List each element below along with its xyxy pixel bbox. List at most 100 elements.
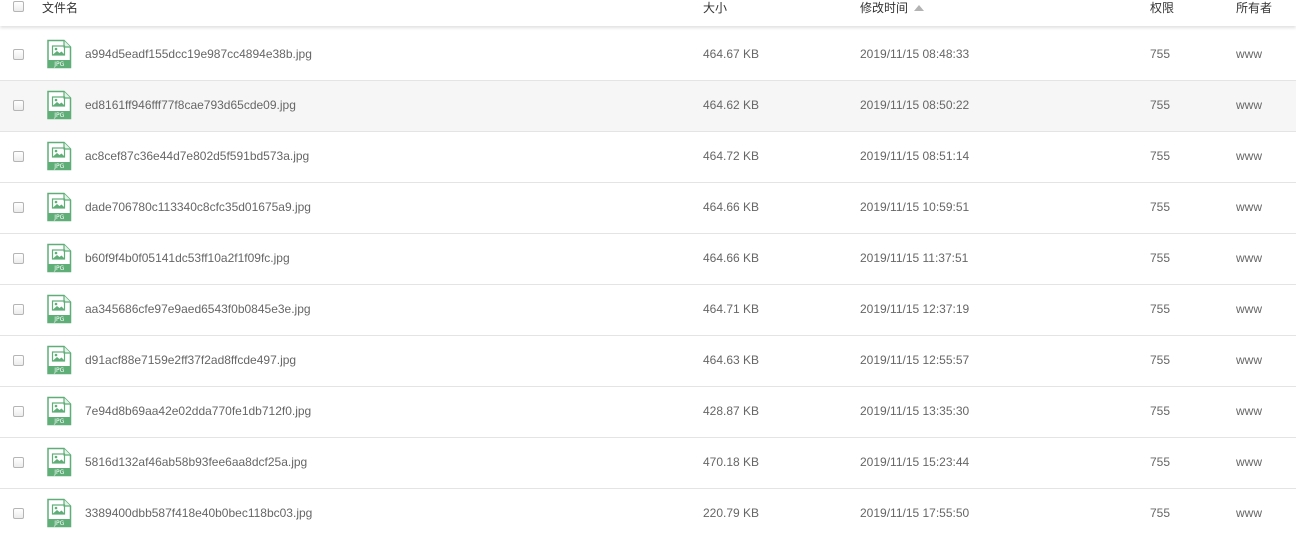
jpg-file-icon: JPG: [47, 90, 72, 120]
file-name-link[interactable]: b60f9f4b0f05141dc53ff10a2f1f09fc.jpg: [85, 251, 290, 265]
file-permission[interactable]: 755: [1150, 455, 1170, 469]
jpg-file-icon-label: JPG: [53, 316, 64, 323]
file-rows: JPG a994d5eadf155dcc19e987cc4894e38b.jpg…: [0, 30, 1296, 535]
file-modified-time: 2019/11/15 08:50:22: [860, 98, 970, 112]
file-owner[interactable]: www: [1236, 47, 1262, 61]
file-owner[interactable]: www: [1236, 404, 1262, 418]
jpg-file-icon: JPG: [47, 243, 72, 273]
file-size: 464.66 KB: [703, 200, 760, 214]
jpg-file-icon: JPG: [47, 39, 72, 69]
file-size: 464.71 KB: [703, 302, 760, 316]
file-list-table: 文件名 大小 修改时间 权限 所有者 JPG a994d5eadf155dcc1…: [0, 0, 1296, 535]
file-owner[interactable]: www: [1236, 251, 1262, 265]
table-row-10[interactable]: JPG 3389400dbb587f418e40b0bec118bc03.jpg…: [0, 489, 1296, 535]
file-size: 220.79 KB: [703, 506, 760, 520]
column-header-name[interactable]: 文件名: [42, 0, 78, 16]
file-owner[interactable]: www: [1236, 353, 1262, 367]
sort-ascending-icon[interactable]: [914, 5, 925, 11]
table-row-3[interactable]: JPG ac8cef87c36e44d7e802d5f591bd573a.jpg…: [0, 132, 1296, 183]
file-permission[interactable]: 755: [1150, 200, 1170, 214]
jpg-file-icon: JPG: [47, 447, 72, 477]
file-size: 428.87 KB: [703, 404, 760, 418]
file-permission[interactable]: 755: [1150, 98, 1170, 112]
file-permission[interactable]: 755: [1150, 353, 1170, 367]
column-header-perm[interactable]: 权限: [1150, 0, 1174, 16]
table-row-7[interactable]: JPG d91acf88e7159e2ff37f2ad8ffcde497.jpg…: [0, 336, 1296, 387]
column-header-mtime[interactable]: 修改时间: [860, 0, 925, 16]
column-header-mtime-label: 修改时间: [860, 1, 909, 15]
file-modified-time: 2019/11/15 12:37:19: [860, 302, 970, 316]
file-permission[interactable]: 755: [1150, 47, 1170, 61]
file-modified-time: 2019/11/15 12:55:57: [860, 353, 970, 367]
table-row-2[interactable]: JPG ed8161ff946fff77f8cae793d65cde09.jpg…: [0, 81, 1296, 132]
column-header-size[interactable]: 大小: [703, 0, 727, 16]
file-name-link[interactable]: 5816d132af46ab58b93fee6aa8dcf25a.jpg: [85, 455, 307, 469]
jpg-file-icon: JPG: [47, 192, 72, 222]
file-owner[interactable]: www: [1236, 302, 1262, 316]
file-permission[interactable]: 755: [1150, 506, 1170, 520]
row-checkbox[interactable]: [13, 355, 24, 366]
jpg-file-icon-label: JPG: [53, 265, 64, 272]
column-header-owner[interactable]: 所有者: [1236, 0, 1272, 16]
file-name-link[interactable]: 7e94d8b69aa42e02dda770fe1db712f0.jpg: [85, 404, 311, 418]
jpg-file-icon-label: JPG: [53, 418, 64, 425]
row-checkbox[interactable]: [13, 49, 24, 60]
file-owner[interactable]: www: [1236, 506, 1262, 520]
table-row-4[interactable]: JPG dade706780c113340c8cfc35d01675a9.jpg…: [0, 183, 1296, 234]
file-modified-time: 2019/11/15 11:37:51: [860, 251, 969, 265]
table-row-6[interactable]: JPG aa345686cfe97e9aed6543f0b0845e3e.jpg…: [0, 285, 1296, 336]
jpg-file-icon-label: JPG: [53, 61, 64, 68]
jpg-file-icon: JPG: [47, 498, 72, 528]
file-name-link[interactable]: ed8161ff946fff77f8cae793d65cde09.jpg: [85, 98, 296, 112]
row-checkbox[interactable]: [13, 100, 24, 111]
file-permission[interactable]: 755: [1150, 149, 1170, 163]
file-permission[interactable]: 755: [1150, 404, 1170, 418]
file-owner[interactable]: www: [1236, 455, 1262, 469]
file-name-link[interactable]: dade706780c113340c8cfc35d01675a9.jpg: [85, 200, 311, 214]
row-checkbox[interactable]: [13, 151, 24, 162]
jpg-file-icon: JPG: [47, 294, 72, 324]
table-row-9[interactable]: JPG 5816d132af46ab58b93fee6aa8dcf25a.jpg…: [0, 438, 1296, 489]
file-size: 464.63 KB: [703, 353, 760, 367]
row-checkbox[interactable]: [13, 406, 24, 417]
jpg-file-icon-label: JPG: [53, 112, 64, 119]
file-modified-time: 2019/11/15 15:23:44: [860, 455, 970, 469]
row-checkbox[interactable]: [13, 304, 24, 315]
table-header: 文件名 大小 修改时间 权限 所有者: [0, 0, 1296, 26]
file-size: 464.62 KB: [703, 98, 760, 112]
file-owner[interactable]: www: [1236, 149, 1262, 163]
file-size: 464.67 KB: [703, 47, 760, 61]
file-name-link[interactable]: a994d5eadf155dcc19e987cc4894e38b.jpg: [85, 47, 312, 61]
file-modified-time: 2019/11/15 08:51:14: [860, 149, 970, 163]
jpg-file-icon: JPG: [47, 141, 72, 171]
file-size: 464.72 KB: [703, 149, 760, 163]
file-name-link[interactable]: d91acf88e7159e2ff37f2ad8ffcde497.jpg: [85, 353, 296, 367]
table-row-8[interactable]: JPG 7e94d8b69aa42e02dda770fe1db712f0.jpg…: [0, 387, 1296, 438]
row-checkbox[interactable]: [13, 508, 24, 519]
row-checkbox[interactable]: [13, 457, 24, 468]
file-owner[interactable]: www: [1236, 200, 1262, 214]
file-modified-time: 2019/11/15 13:35:30: [860, 404, 970, 418]
file-size: 470.18 KB: [703, 455, 760, 469]
file-name-link[interactable]: 3389400dbb587f418e40b0bec118bc03.jpg: [85, 506, 312, 520]
file-owner[interactable]: www: [1236, 98, 1262, 112]
file-modified-time: 2019/11/15 17:55:50: [860, 506, 970, 520]
row-checkbox[interactable]: [13, 253, 24, 264]
jpg-file-icon-label: JPG: [53, 520, 64, 527]
file-size: 464.66 KB: [703, 251, 760, 265]
file-name-link[interactable]: aa345686cfe97e9aed6543f0b0845e3e.jpg: [85, 302, 311, 316]
table-row-1[interactable]: JPG a994d5eadf155dcc19e987cc4894e38b.jpg…: [0, 30, 1296, 81]
jpg-file-icon-label: JPG: [53, 163, 64, 170]
jpg-file-icon: JPG: [47, 396, 72, 426]
file-permission[interactable]: 755: [1150, 251, 1170, 265]
jpg-file-icon-label: JPG: [53, 214, 64, 221]
select-all-checkbox[interactable]: [13, 1, 24, 12]
jpg-file-icon-label: JPG: [53, 367, 64, 374]
jpg-file-icon-label: JPG: [53, 469, 64, 476]
row-checkbox[interactable]: [13, 202, 24, 213]
table-row-5[interactable]: JPG b60f9f4b0f05141dc53ff10a2f1f09fc.jpg…: [0, 234, 1296, 285]
file-permission[interactable]: 755: [1150, 302, 1170, 316]
file-name-link[interactable]: ac8cef87c36e44d7e802d5f591bd573a.jpg: [85, 149, 309, 163]
jpg-file-icon: JPG: [47, 345, 72, 375]
file-modified-time: 2019/11/15 08:48:33: [860, 47, 970, 61]
